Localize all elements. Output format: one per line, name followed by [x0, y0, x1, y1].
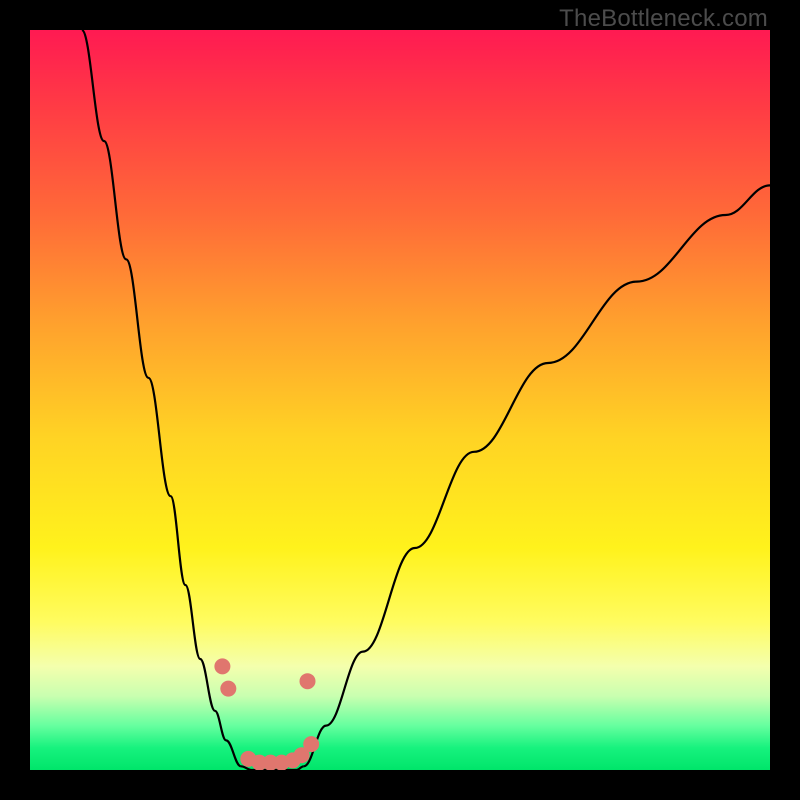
curve-layer [30, 30, 770, 770]
data-marker [300, 673, 316, 689]
marker-group [214, 658, 319, 770]
data-marker [214, 658, 230, 674]
watermark-text: TheBottleneck.com [559, 5, 768, 33]
data-marker [303, 736, 319, 752]
chart-frame: TheBottleneck.com [0, 0, 800, 800]
data-marker [220, 681, 236, 697]
curve-right-branch [304, 185, 770, 766]
curve-left-branch [82, 30, 241, 766]
plot-area [30, 30, 770, 770]
